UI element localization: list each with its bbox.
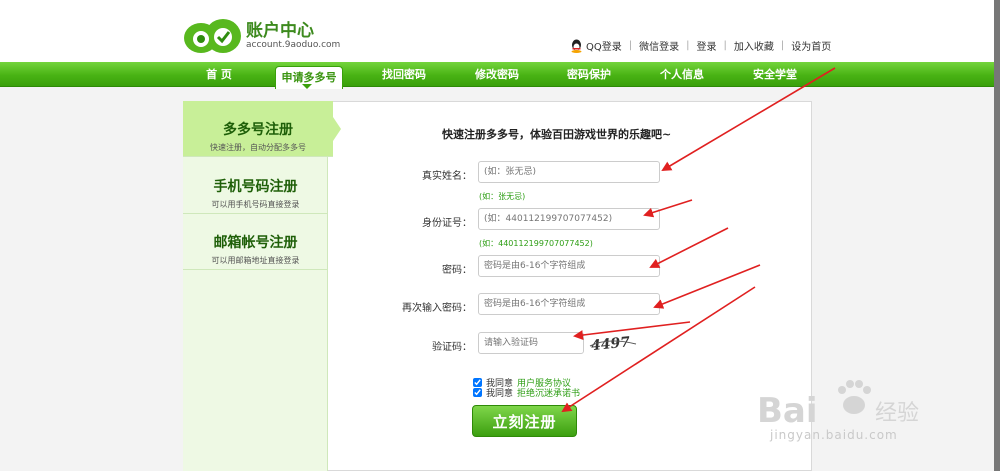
divider: | [723, 40, 727, 51]
watermark-url: jingyan.baidu.com [770, 428, 898, 442]
baidu-paw-icon [838, 380, 871, 414]
main-nav: 首 页 申请多多号 找回密码 修改密码 密码保护 个人信息 安全学堂 [0, 62, 1000, 89]
real-name-hint: (如：张无忌) [479, 192, 526, 201]
id-card-label: 身份证号： [422, 218, 472, 229]
sidebar-active-arrow [333, 117, 341, 141]
nav-change-password[interactable]: 修改密码 [465, 62, 529, 87]
password-confirm-input[interactable] [478, 293, 660, 315]
sidebar-item-title: 多多号注册 [223, 122, 293, 138]
anti-addiction-link[interactable]: 拒绝沉迷承诺书 [517, 386, 580, 399]
wechat-login-link[interactable]: 微信登录 [639, 38, 679, 53]
9aoduo-logo[interactable] [183, 16, 243, 54]
nav-password-protect[interactable]: 密码保护 [557, 62, 621, 87]
sidebar-item-subtitle: 快速注册，自动分配多多号 [210, 143, 306, 152]
nav-security-school[interactable]: 安全学堂 [743, 62, 807, 87]
captcha-input[interactable] [478, 332, 584, 354]
baidu-jingyan-watermark: Bai 经验 [757, 380, 919, 431]
password-label: 密码： [442, 265, 472, 276]
agree-anti-addiction-checkbox[interactable] [473, 388, 482, 397]
sidebar-item-title: 手机号码注册 [213, 179, 298, 195]
password-input[interactable] [478, 255, 660, 277]
sidebar-item-phone-register[interactable]: 手机号码注册 可以用手机号码直接登录 [183, 158, 328, 214]
add-favorite-link[interactable]: 加入收藏 [734, 38, 774, 53]
divider: | [780, 40, 785, 51]
login-link[interactable]: 登录 [697, 38, 717, 53]
set-homepage-link[interactable]: 设为首页 [791, 38, 831, 53]
qq-login-link[interactable]: QQ登录 [586, 38, 622, 53]
real-name-label: 真实姓名： [422, 171, 472, 182]
form-heading: 快速注册多多号，体验百田游戏世界的乐趣吧~ [442, 128, 672, 141]
nav-find-password[interactable]: 找回密码 [372, 62, 436, 87]
password-confirm-label: 再次输入密码： [402, 303, 472, 314]
qq-penguin-icon [571, 39, 582, 53]
register-now-button[interactable]: 立刻注册 [472, 405, 577, 437]
sidebar-item-subtitle: 可以用邮箱地址直接登录 [211, 256, 300, 265]
sidebar-item-subtitle: 可以用手机号码直接登录 [211, 200, 300, 209]
top-header: 账户中心 account.9aoduo.com QQ登录 | 微信登录 | 登录… [0, 0, 1000, 62]
captcha-image[interactable]: 4497 [588, 333, 638, 353]
sidebar-item-title: 邮箱帐号注册 [213, 235, 298, 251]
agree-anti-addiction-row: 我同意 拒绝沉迷承诺书 [473, 386, 580, 399]
id-card-hint: (如：440112199707077452) [479, 239, 593, 248]
window-scrollbar[interactable] [994, 0, 1000, 471]
agree-prefix: 我同意 [486, 389, 514, 399]
watermark-brand-suffix: 经验 [875, 401, 919, 426]
divider: | [686, 40, 690, 51]
logo-title: 账户中心 [246, 21, 314, 41]
top-links: QQ登录 | 微信登录 | 登录 | 加入收藏 | 设为首页 [570, 38, 831, 53]
sidebar-item-email-register[interactable]: 邮箱帐号注册 可以用邮箱地址直接登录 [183, 214, 328, 270]
id-card-input[interactable] [478, 208, 660, 230]
real-name-input[interactable] [478, 161, 660, 183]
nav-active-caret [302, 84, 312, 89]
captcha-label: 验证码： [432, 342, 472, 353]
watermark-brand: Bai [757, 391, 818, 431]
divider: | [628, 40, 633, 51]
nav-home[interactable]: 首 页 [190, 62, 248, 87]
sidebar-item-duoduo-register[interactable]: 多多号注册 快速注册，自动分配多多号 [183, 101, 333, 157]
nav-personal-info[interactable]: 个人信息 [650, 62, 714, 87]
logo-domain: account.9aoduo.com [246, 40, 341, 50]
